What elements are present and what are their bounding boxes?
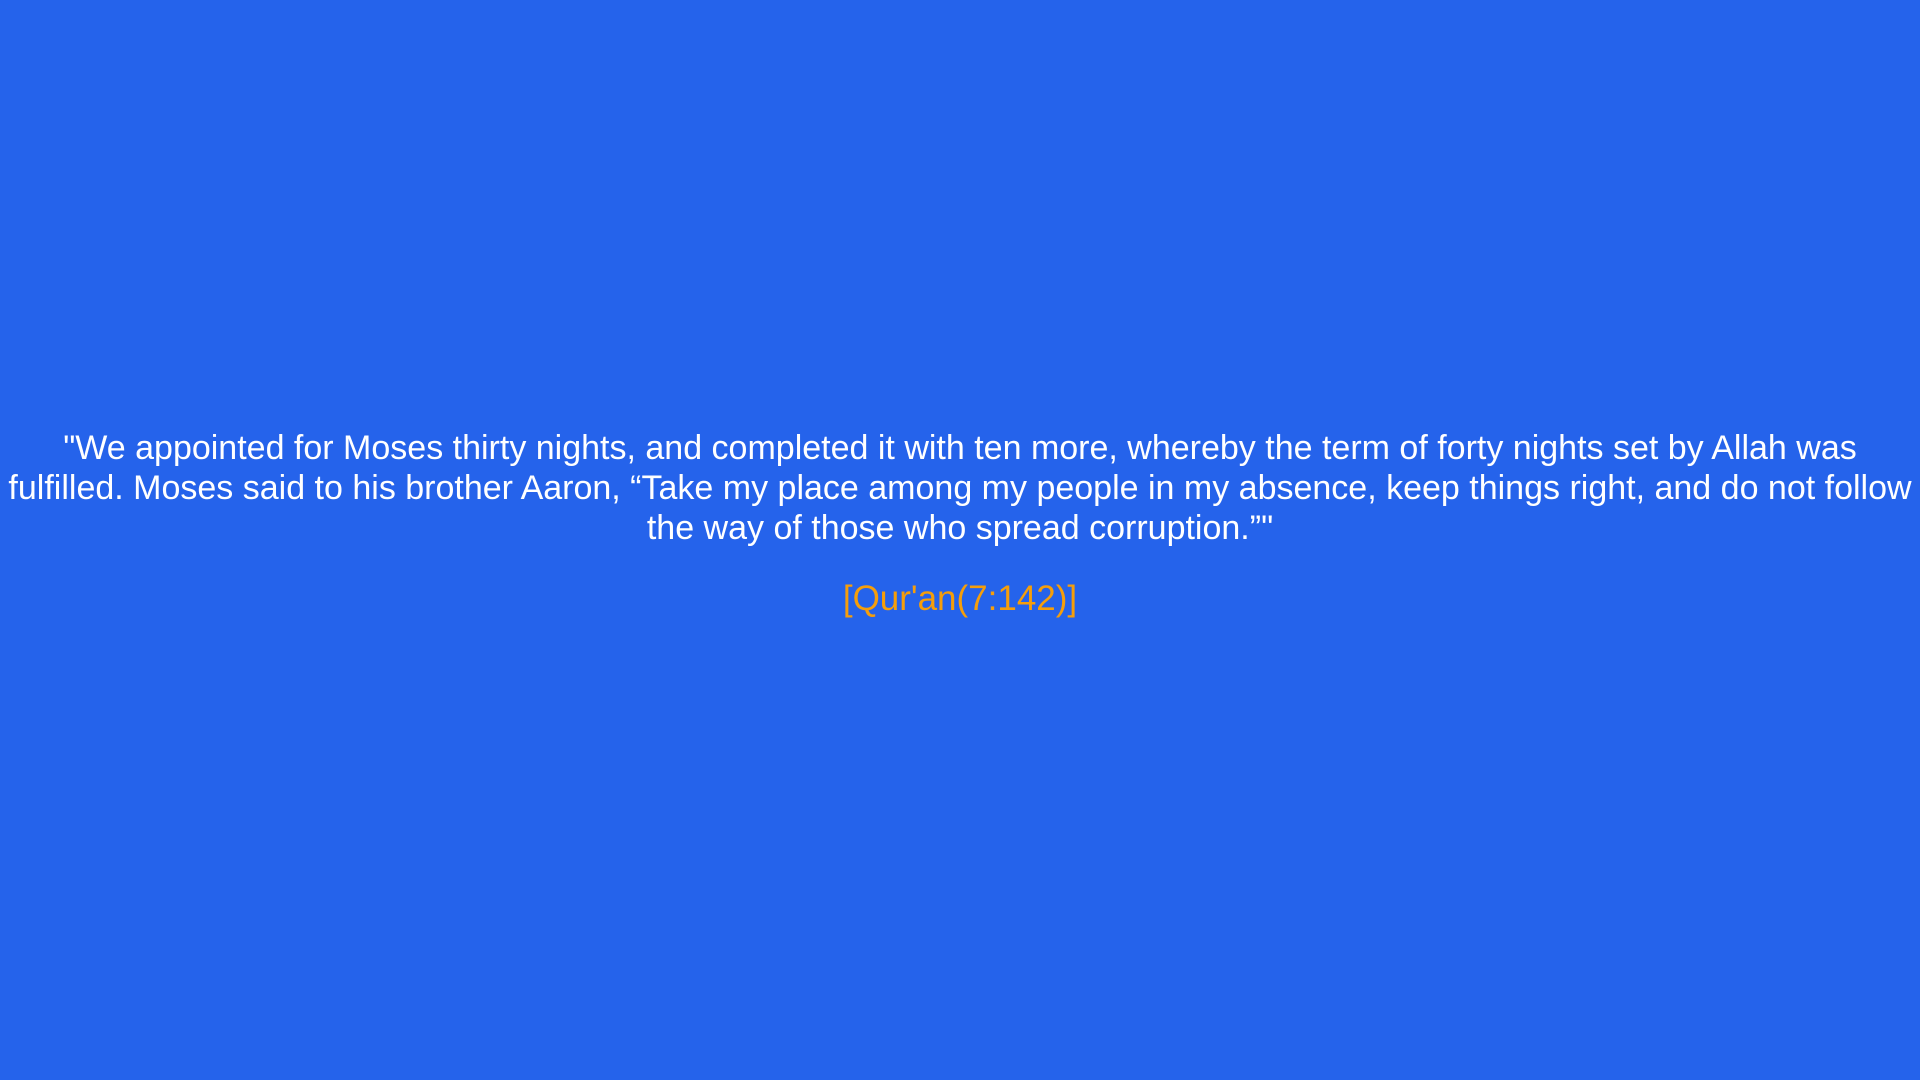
quote-text: "We appointed for Moses thirty nights, a… bbox=[8, 429, 1912, 547]
quote-source: [Qur'an(7:142)] bbox=[842, 579, 1078, 618]
quote-container: "We appointed for Moses thirty nights, a… bbox=[0, 428, 1920, 620]
